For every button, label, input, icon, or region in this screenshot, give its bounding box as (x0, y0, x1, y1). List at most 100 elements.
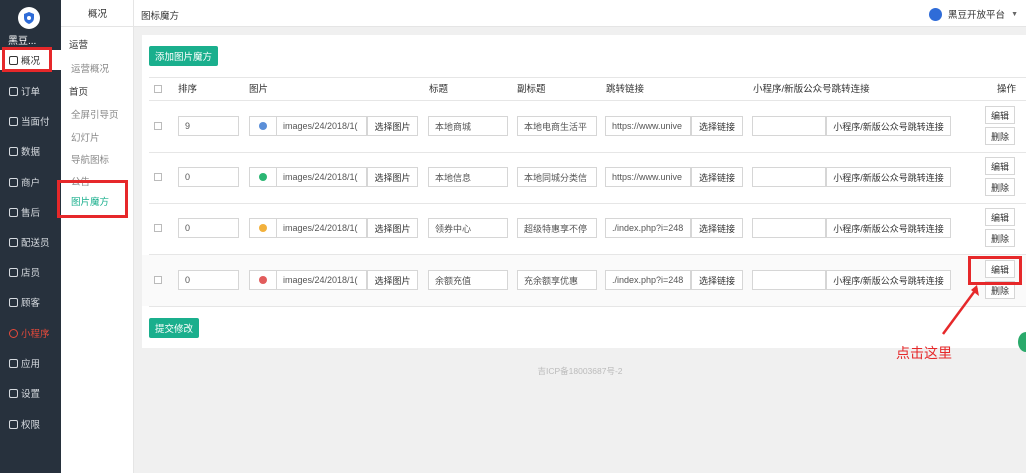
nav-item-1[interactable]: 订单 (0, 81, 61, 101)
nav-item-12[interactable]: 权限 (0, 414, 61, 434)
delete-button[interactable]: 删除 (985, 229, 1015, 247)
column-header: 小程序/新版公众号跳转连接 (753, 84, 870, 95)
image-path-input[interactable]: images/24/2018/1( (277, 270, 367, 290)
subtitle-input[interactable]: 本地同城分类信 (517, 167, 597, 187)
subtitle-input[interactable]: 充余额享优惠 (517, 270, 597, 290)
mini-link-select-button[interactable]: 小程序/新版公众号跳转连接 (826, 116, 951, 136)
nav-item-10[interactable]: 应用 (0, 353, 61, 373)
courier-icon (9, 237, 18, 247)
image-thumb (249, 116, 277, 136)
mini-link-select-button[interactable]: 小程序/新版公众号跳转连接 (826, 218, 951, 238)
title-input[interactable]: 领券中心 (428, 218, 508, 238)
permission-icon (9, 419, 18, 429)
nav-item-label: 配送员 (21, 238, 50, 249)
nav-item-6[interactable]: 配送员 (0, 232, 61, 252)
select-link-button[interactable]: 选择链接 (691, 218, 743, 238)
column-header: 标题 (429, 84, 449, 95)
delete-button[interactable]: 删除 (985, 281, 1015, 299)
edit-button[interactable]: 编辑 (985, 106, 1015, 124)
image-path-input[interactable]: images/24/2018/1( (277, 167, 367, 187)
submenu-item-guide[interactable]: 全屏引导页 (71, 107, 119, 121)
mini-link-input[interactable] (752, 167, 826, 187)
sort-input[interactable]: 0 (178, 270, 239, 290)
row-checkbox[interactable] (154, 122, 162, 130)
row-checkbox[interactable] (154, 224, 162, 232)
nav-item-8[interactable]: 顾客 (0, 292, 61, 312)
nav-item-label: 店员 (21, 268, 41, 279)
miniprogram-icon (9, 328, 18, 338)
nav-item-11[interactable]: 设置 (0, 383, 61, 403)
row-checkbox[interactable] (154, 173, 162, 181)
delete-button[interactable]: 删除 (985, 127, 1015, 145)
brand-name: 黑豆... (8, 36, 37, 47)
image-path-input[interactable]: images/24/2018/1( (277, 218, 367, 238)
nav-item-label: 权限 (21, 420, 41, 431)
delete-button[interactable]: 删除 (985, 178, 1015, 196)
select-image-button[interactable]: 选择图片 (367, 167, 418, 187)
nav-item-0[interactable]: 概况 (0, 50, 61, 70)
column-header: 副标题 (517, 84, 546, 95)
nav-item-label: 应用 (21, 359, 41, 370)
platform-name: 黑豆开放平台 (948, 10, 1006, 21)
edit-button[interactable]: 编辑 (985, 208, 1015, 226)
select-image-button[interactable]: 选择图片 (367, 218, 418, 238)
mini-link-select-button[interactable]: 小程序/新版公众号跳转连接 (826, 270, 951, 290)
title-input[interactable]: 余额充值 (428, 270, 508, 290)
select-all-checkbox[interactable] (154, 85, 162, 93)
nav-item-label: 订单 (21, 87, 41, 98)
nav-item-2[interactable]: 当面付 (0, 111, 61, 131)
platform-switcher[interactable]: 黑豆开放平台 ▼ (929, 7, 1018, 21)
link-input[interactable]: https://www.unive (605, 116, 691, 136)
mini-link-select-button[interactable]: 小程序/新版公众号跳转连接 (826, 167, 951, 187)
edit-button[interactable]: 编辑 (985, 157, 1015, 175)
sort-input[interactable]: 9 (178, 116, 239, 136)
column-header: 操作 (997, 84, 1017, 95)
select-image-button[interactable]: 选择图片 (367, 270, 418, 290)
nav-item-5[interactable]: 售后 (0, 202, 61, 222)
nav-item-7[interactable]: 店员 (0, 262, 61, 282)
pay-icon (9, 116, 18, 126)
nav-item-3[interactable]: 数据 (0, 141, 61, 161)
subtitle-input[interactable]: 超级特惠享不停 (517, 218, 597, 238)
column-header: 跳转链接 (606, 84, 645, 95)
nav-item-label: 小程序 (21, 329, 50, 340)
logo-icon[interactable] (18, 7, 40, 29)
link-input[interactable]: ./index.php?i=248 (605, 218, 691, 238)
submenu-item-nav-icons[interactable]: 导航图标 (71, 152, 109, 166)
image-path-input[interactable]: images/24/2018/1( (277, 116, 367, 136)
nav-item-label: 数据 (21, 147, 41, 158)
submit-changes-button[interactable]: 提交修改 (149, 318, 199, 338)
submenu-item-image-cube[interactable]: 图片魔方 (71, 194, 109, 208)
platform-shield-icon (929, 7, 943, 21)
select-image-button[interactable]: 选择图片 (367, 116, 418, 136)
add-image-cube-button[interactable]: 添加图片魔方 (149, 46, 218, 66)
title-input[interactable]: 本地信息 (428, 167, 508, 187)
mini-link-input[interactable] (752, 218, 826, 238)
mini-link-input[interactable] (752, 116, 826, 136)
submenu-item-operation-overview[interactable]: 运营概况 (71, 61, 109, 75)
image-thumb (249, 218, 277, 238)
nav-item-4[interactable]: 商户 (0, 172, 61, 192)
top-bar: 图标魔方 黑豆开放平台 ▼ (134, 0, 1026, 27)
row-checkbox[interactable] (154, 276, 162, 284)
link-input[interactable]: ./index.php?i=248 (605, 270, 691, 290)
select-link-button[interactable]: 选择链接 (691, 270, 743, 290)
submenu-item-slides[interactable]: 幻灯片 (71, 130, 100, 144)
select-link-button[interactable]: 选择链接 (691, 116, 743, 136)
nav-item-9[interactable]: 小程序 (0, 323, 61, 343)
image-thumb-icon (259, 276, 267, 284)
select-link-button[interactable]: 选择链接 (691, 167, 743, 187)
sort-input[interactable]: 0 (178, 218, 239, 238)
image-thumb-icon (259, 224, 267, 232)
link-input[interactable]: https://www.unive (605, 167, 691, 187)
dashboard-icon (9, 55, 18, 65)
subtitle-input[interactable]: 本地电商生活平 (517, 116, 597, 136)
submenu-item-notice[interactable]: 公告 (71, 174, 90, 188)
chevron-down-icon: ▼ (1011, 10, 1018, 18)
sort-input[interactable]: 0 (178, 167, 239, 187)
edit-button[interactable]: 编辑 (985, 260, 1015, 278)
mini-link-input[interactable] (752, 270, 826, 290)
nav-item-label: 当面付 (21, 117, 50, 128)
row-divider (149, 152, 1026, 153)
title-input[interactable]: 本地商城 (428, 116, 508, 136)
